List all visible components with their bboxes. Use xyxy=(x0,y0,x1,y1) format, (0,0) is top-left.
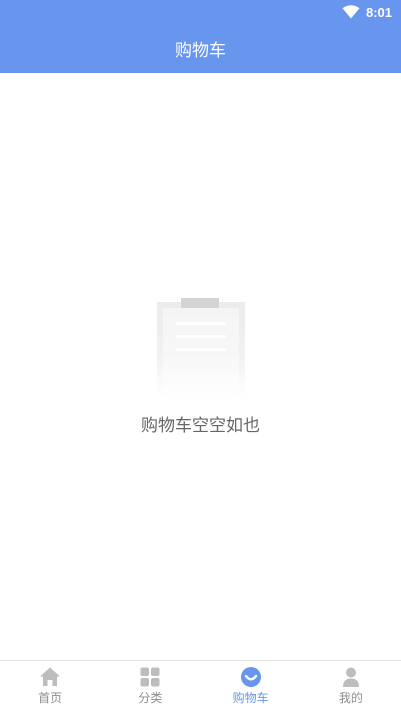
status-indicators: 8:01 xyxy=(342,4,392,20)
grid-icon xyxy=(140,667,160,687)
tab-label: 我的 xyxy=(338,691,363,705)
clipboard-icon xyxy=(157,298,245,398)
cart-icon xyxy=(240,667,261,687)
status-bar: 8:01 xyxy=(0,0,401,24)
status-time: 8:01 xyxy=(365,4,392,20)
page-title: 购物车 xyxy=(175,41,226,61)
app-screen: 8:01 购物车 购物车空空如也 首页 分类 购物车 我的 xyxy=(0,0,401,710)
tab-label: 购物车 xyxy=(232,691,269,705)
user-icon xyxy=(342,667,359,687)
tab-label: 首页 xyxy=(38,691,63,705)
empty-cart-message: 购物车空空如也 xyxy=(141,416,260,436)
home-icon xyxy=(40,667,61,686)
tab-cart[interactable]: 购物车 xyxy=(201,661,301,710)
tab-category[interactable]: 分类 xyxy=(100,661,200,710)
cart-content: 购物车空空如也 xyxy=(0,73,401,660)
app-bar: 购物车 xyxy=(0,24,401,73)
tab-profile[interactable]: 我的 xyxy=(301,661,401,710)
tab-home[interactable]: 首页 xyxy=(0,661,100,710)
tab-label: 分类 xyxy=(138,691,163,705)
bottom-tab-bar: 首页 分类 购物车 我的 xyxy=(0,660,401,710)
wifi-icon xyxy=(342,5,360,19)
